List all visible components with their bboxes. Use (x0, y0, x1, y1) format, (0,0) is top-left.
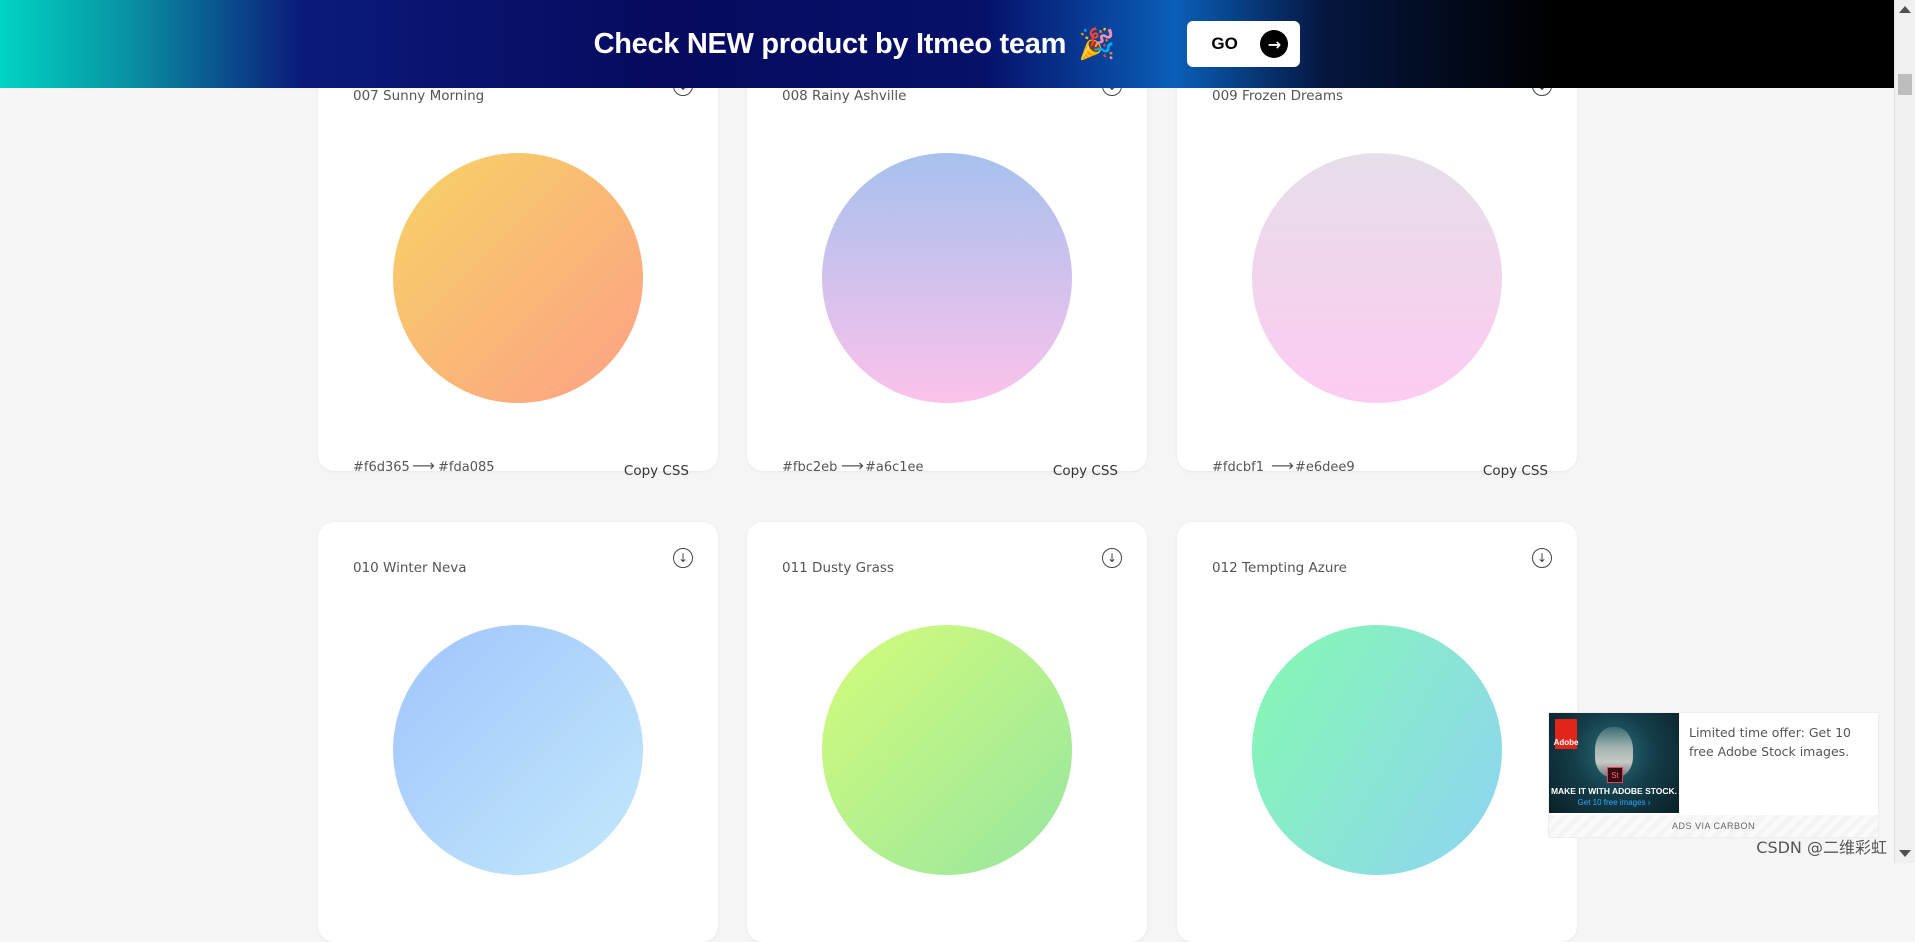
gradient-card[interactable]: 007 Sunny Morning ↓ #f6d365 ⟶ #fda085 Co… (318, 50, 718, 479)
gradient-circle (393, 153, 643, 403)
ad-image[interactable]: Adobe St MAKE IT WITH ADOBE STOCK. Get 1… (1549, 713, 1679, 813)
gradient-card[interactable]: 008 Rainy Ashville ↓ #fbc2eb ⟶ #a6c1ee C… (747, 50, 1147, 479)
promo-banner[interactable]: Check NEW product by Itmeo team 🎉 GO → (0, 0, 1894, 88)
download-icon[interactable]: ↓ (673, 548, 693, 568)
hex-to: #fda085 (438, 460, 495, 475)
hex-to: #e6dee9 (1295, 460, 1355, 475)
arrow-icon: ⟶ (412, 456, 435, 475)
download-icon[interactable]: ↓ (1102, 548, 1122, 568)
carbon-ad[interactable]: Adobe St MAKE IT WITH ADOBE STOCK. Get 1… (1548, 712, 1879, 838)
vertical-scrollbar[interactable] (1894, 0, 1915, 863)
ad-image-cta[interactable]: Get 10 free images › (1549, 798, 1679, 807)
arrow-right-icon: → (1260, 30, 1289, 58)
card-title: 009 Frozen Dreams (1212, 88, 1344, 104)
card-title: 010 Winter Neva (353, 560, 467, 576)
download-icon[interactable]: ↓ (1532, 548, 1552, 568)
ad-image-headline: MAKE IT WITH ADOBE STOCK. (1550, 786, 1678, 796)
gradient-card[interactable]: 010 Winter Neva ↓ (318, 522, 718, 942)
party-popper-icon: 🎉 (1078, 26, 1116, 62)
go-button[interactable]: GO → (1187, 21, 1301, 67)
scroll-up-icon[interactable] (1899, 6, 1911, 13)
arrow-icon: ⟶ (1271, 456, 1294, 475)
gradient-circle (1252, 153, 1502, 403)
card-title: 011 Dusty Grass (782, 560, 894, 576)
gradient-card[interactable]: 009 Frozen Dreams ↓ #fdcbf1 ⟶ #e6dee9 Co… (1177, 50, 1577, 479)
watermark: CSDN @二维彩虹 (1756, 838, 1887, 857)
hex-from: #fdcbf1 (1212, 460, 1264, 475)
arrow-icon: ⟶ (841, 456, 864, 475)
gradient-card[interactable]: 011 Dusty Grass ↓ (747, 522, 1147, 942)
card-title: 008 Rainy Ashville (782, 88, 907, 104)
scroll-thumb[interactable] (1898, 74, 1912, 95)
gradient-circle (822, 625, 1072, 875)
gradient-card[interactable]: 012 Tempting Azure ↓ (1177, 522, 1577, 942)
copy-css-button[interactable]: Copy CSS (1053, 463, 1118, 479)
card-title: 007 Sunny Morning (353, 88, 485, 104)
copy-css-button[interactable]: Copy CSS (624, 463, 689, 479)
banner-text: Check NEW product by Itmeo team (593, 27, 1067, 60)
go-label: GO (1211, 34, 1238, 53)
gradient-circle (1252, 625, 1502, 875)
ad-text[interactable]: Limited time offer: Get 10 free Adobe St… (1689, 723, 1869, 761)
hex-to: #a6c1ee (865, 460, 924, 475)
hex-from: #fbc2eb (782, 460, 838, 475)
stock-badge: St (1607, 767, 1623, 783)
scroll-down-icon[interactable] (1899, 850, 1911, 857)
gradient-circle (393, 625, 643, 875)
card-title: 012 Tempting Azure (1212, 560, 1347, 576)
copy-css-button[interactable]: Copy CSS (1483, 463, 1548, 479)
gradient-circle (822, 153, 1072, 403)
adobe-logo: Adobe (1554, 719, 1578, 749)
hex-from: #f6d365 (353, 460, 410, 475)
